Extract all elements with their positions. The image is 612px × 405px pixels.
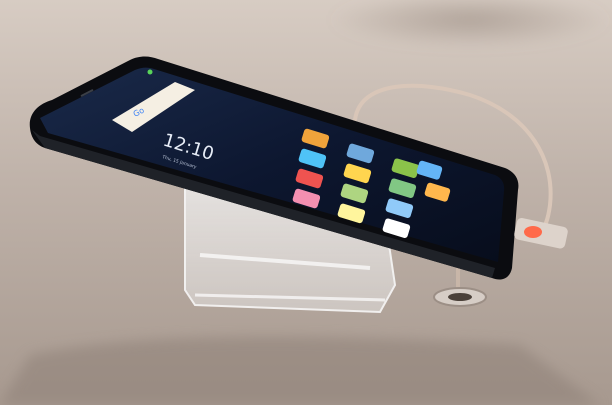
phone-shadow: [0, 336, 600, 405]
front-camera: [147, 69, 153, 75]
cable-hole-inner: [448, 293, 472, 301]
indicator-light: [524, 226, 542, 238]
photo-scene: Go 12:10 Thu, 15 January: [0, 0, 612, 405]
